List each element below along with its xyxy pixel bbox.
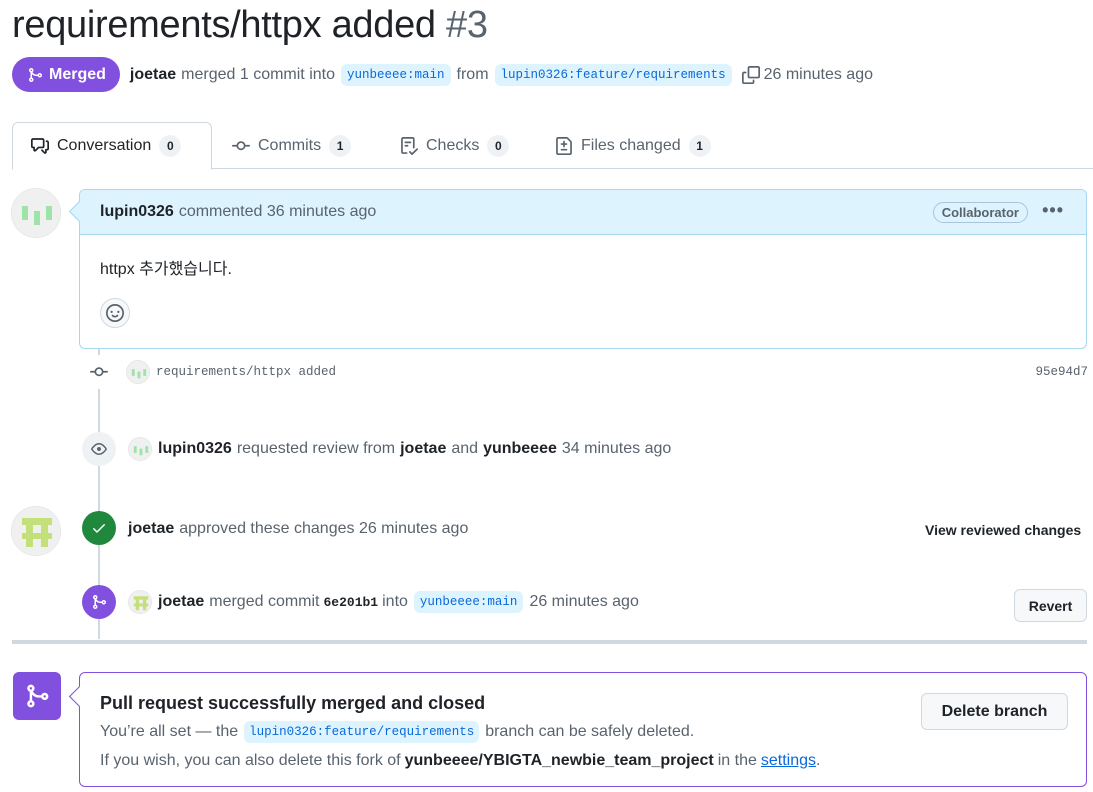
tab-checks-count: 0	[487, 134, 510, 157]
commit-sha-link[interactable]: 95e94d7	[1035, 365, 1088, 379]
timeline-merged-node	[82, 585, 116, 619]
pr-meta: Merged joetae merged 1 commit into yunbe…	[12, 57, 873, 92]
review-request-text: requested review from	[236, 440, 396, 457]
check-icon	[93, 524, 105, 533]
merge-line1-post: branch can be safely deleted.	[485, 723, 695, 740]
checklist-icon	[401, 136, 418, 155]
comment-discussion-icon	[31, 138, 49, 154]
git-merge-icon	[27, 684, 49, 708]
tab-conversation[interactable]: Conversation 0	[12, 122, 212, 170]
merge-event-time: 26 minutes ago	[529, 593, 639, 610]
approval-event: joetae approved these changes 26 minutes…	[128, 517, 468, 541]
pr-title: requirements/httpx added #3	[12, 4, 488, 47]
git-commit-icon	[90, 367, 108, 377]
timeline-review-node	[82, 432, 116, 466]
status-label: Merged	[49, 65, 106, 83]
add-reaction-button[interactable]	[100, 298, 130, 328]
timeline-divider	[12, 640, 1087, 644]
merged-commit-text: merged commit	[209, 593, 320, 610]
kebab-horizontal-icon[interactable]: •••	[1042, 200, 1064, 221]
merge-line1-pre: You’re all set — the	[100, 723, 239, 740]
fork-repo-name: yunbeeee/YBIGTA_newbie_team_project	[404, 752, 714, 769]
tab-files-changed-count: 1	[688, 134, 711, 157]
comment-header: lupin0326 commented 36 minutes ago Colla…	[80, 190, 1086, 235]
tab-files-changed-label: Files changed	[581, 136, 681, 154]
review-request-event: lupin0326 requested review from joetae a…	[128, 436, 671, 462]
view-reviewed-changes-link[interactable]: View reviewed changes	[925, 522, 1081, 538]
avatar[interactable]	[11, 506, 61, 556]
reviewer-link-joetae[interactable]: joetae	[400, 440, 446, 458]
approval-text: approved these changes 26 minutes ago	[179, 520, 469, 537]
avatar[interactable]	[126, 360, 150, 384]
comment-body: httpx 추가했습니다.	[100, 261, 232, 278]
merged-text: merged 1 commit into	[181, 65, 335, 83]
smiley-icon	[106, 304, 124, 322]
merge-status-box: Pull request successfully merged and clo…	[79, 672, 1087, 787]
timeline-approved-node	[82, 511, 116, 545]
merge-target-branch[interactable]: yunbeeee:main	[413, 591, 524, 613]
commit-row: requirements/httpx added 95e94d7	[126, 359, 1088, 385]
head-branch[interactable]: lupin0326:feature/requirements	[494, 63, 732, 86]
comment-box: lupin0326 commented 36 minutes ago Colla…	[79, 189, 1087, 349]
merge-status-line2: If you wish, you can also delete this fo…	[100, 749, 820, 773]
merge-time: 26 minutes ago	[763, 65, 873, 83]
tab-commits-count: 1	[329, 134, 352, 157]
merge-line2-pre: If you wish, you can also delete this fo…	[100, 752, 401, 769]
review-requester-link[interactable]: lupin0326	[158, 440, 232, 458]
tab-checks[interactable]: Checks 0	[382, 122, 527, 169]
git-commit-icon	[232, 140, 250, 150]
pr-number: #3	[446, 4, 488, 46]
file-diff-icon	[556, 136, 572, 155]
and-text: and	[451, 440, 479, 457]
merger-link[interactable]: joetae	[158, 593, 204, 611]
tab-files-changed[interactable]: Files changed 1	[537, 122, 729, 169]
merger-link[interactable]: joetae	[130, 66, 176, 84]
commit-message-link[interactable]: requirements/httpx added	[156, 365, 336, 379]
revert-button[interactable]: Revert	[1014, 589, 1087, 622]
from-text: from	[456, 65, 489, 83]
into-text: into	[382, 593, 408, 610]
settings-link[interactable]: settings	[761, 752, 816, 770]
approver-link[interactable]: joetae	[128, 520, 174, 538]
avatar[interactable]	[128, 590, 152, 614]
base-branch[interactable]: yunbeeee:main	[341, 63, 451, 86]
tab-commits[interactable]: Commits 1	[214, 122, 369, 169]
merge-line2-end: .	[816, 752, 821, 769]
collaborator-badge: Collaborator	[932, 202, 1028, 223]
merge-commit-sha-link[interactable]: 6e201b1	[324, 595, 379, 610]
timeline-commit-node	[82, 355, 116, 389]
pr-title-text: requirements/httpx added	[12, 4, 436, 46]
delete-branch-button[interactable]: Delete branch	[921, 693, 1068, 730]
merge-status-title: Pull request successfully merged and clo…	[100, 693, 486, 713]
tab-checks-label: Checks	[426, 136, 480, 154]
merge-line2-mid: in the	[717, 752, 757, 769]
deletable-branch[interactable]: lupin0326:feature/requirements	[244, 721, 480, 743]
comment-action: commented 36 minutes ago	[178, 203, 377, 220]
git-merge-icon	[93, 595, 107, 609]
status-badge: Merged	[12, 57, 120, 92]
eye-icon	[91, 443, 107, 455]
tab-conversation-count: 0	[159, 135, 182, 157]
tab-commits-label: Commits	[258, 136, 322, 154]
merge-status-line1: You’re all set — the lupin0326:feature/r…	[100, 719, 694, 745]
tab-conversation-label: Conversation	[57, 137, 152, 154]
pr-tabs: Conversation 0 Commits 1 Checks 0 Files …	[12, 122, 1093, 170]
reviewer-link-yunbeeee[interactable]: yunbeeee	[483, 440, 557, 458]
copy-icon[interactable]	[741, 65, 760, 84]
avatar[interactable]	[11, 188, 61, 238]
git-merge-icon	[29, 67, 43, 82]
review-request-time: 34 minutes ago	[561, 440, 672, 457]
merge-event: joetae merged commit 6e201b1 into yunbee…	[128, 589, 639, 615]
comment-author[interactable]: lupin0326	[100, 203, 174, 221]
merge-status-icon	[13, 672, 61, 720]
avatar[interactable]	[128, 437, 152, 461]
